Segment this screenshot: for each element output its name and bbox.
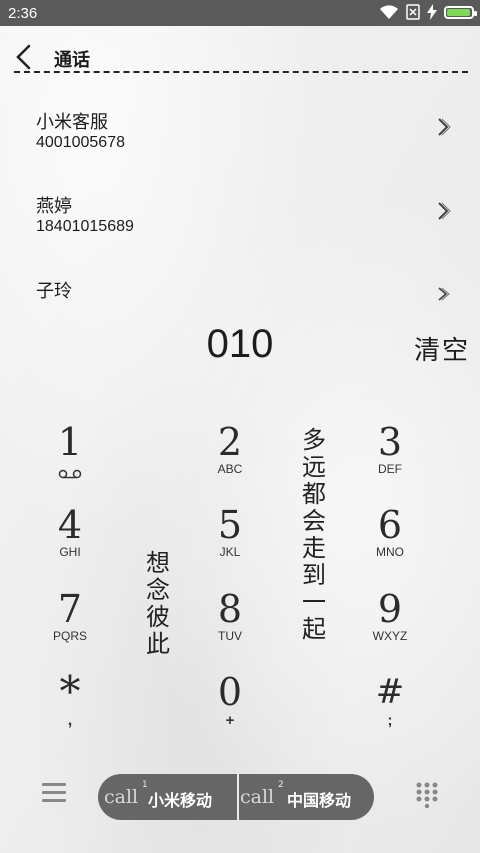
key-digit: 2 (217, 420, 243, 464)
contact-name: 燕婷 (36, 196, 72, 217)
key-letters: DEF (378, 462, 402, 476)
contact-name: 子玲 (36, 281, 72, 302)
sim-slot-number: 1 (142, 780, 148, 790)
key-letters: ; (387, 712, 393, 729)
battery-icon (444, 5, 477, 19)
key-letters: JKL (219, 545, 241, 559)
key-letters: TUV (218, 629, 242, 643)
key-digit: 6 (377, 503, 403, 547)
key-digit: 5 (217, 503, 243, 547)
header-divider (14, 71, 468, 73)
dialed-number: 010 (206, 322, 274, 366)
call-bar: call 1 小米移动 call 2 中国移动 (98, 774, 374, 820)
call-sim1-button[interactable]: call 1 小米移动 (98, 774, 236, 820)
key-digit: 1 (57, 420, 83, 464)
call-label: call (104, 786, 139, 808)
status-time: 2:36 (8, 4, 38, 22)
decor-text-left: 想念彼此 (146, 549, 170, 658)
voicemail-icon (58, 469, 82, 479)
key-3[interactable]: 3 DEF (350, 420, 430, 496)
battery-level (447, 8, 470, 16)
key-1[interactable]: 1 (30, 420, 110, 496)
decor-text-right: 多远都会走到一起 (302, 426, 326, 643)
operator-name: 小米移动 (148, 791, 213, 810)
contact-name: 小米客服 (36, 112, 108, 133)
call-label: call (240, 786, 275, 808)
key-0[interactable]: 0 + (190, 670, 270, 746)
contact-number: 18401015689 (36, 218, 134, 235)
key-digit: * (59, 667, 81, 716)
key-digit: 0 (217, 670, 243, 714)
key-letters: ABC (217, 462, 243, 476)
key-6[interactable]: 6 MNO (350, 503, 430, 579)
clear-button[interactable]: 清空 (414, 330, 470, 367)
key-letters: , (67, 712, 73, 729)
contact-row[interactable]: 子玲 (0, 277, 480, 307)
chevron-right-icon (438, 202, 451, 220)
key-star[interactable]: * , (30, 670, 110, 746)
key-digit: 9 (377, 587, 403, 631)
key-letters: MNO (376, 545, 404, 559)
key-letters: WXYZ (372, 629, 408, 643)
key-9[interactable]: 9 WXYZ (350, 587, 430, 663)
dialpad-icon[interactable] (416, 782, 438, 808)
contact-row[interactable]: 小米客服 4001005678 (0, 108, 480, 178)
key-letters: GHI (59, 545, 81, 559)
key-8[interactable]: 8 TUV (190, 587, 270, 663)
contact-number: 4001005678 (36, 134, 125, 151)
operator-name: 中国移动 (287, 791, 352, 810)
key-digit: 7 (57, 587, 83, 631)
call-sim2-button[interactable]: call 2 中国移动 (239, 774, 377, 820)
status-bar: 2:36 (0, 0, 480, 26)
key-digit: 8 (217, 587, 243, 631)
status-icons (379, 4, 477, 20)
chevron-right-icon (438, 287, 450, 301)
header: 通话 (0, 26, 480, 74)
key-2[interactable]: 2 ABC (190, 420, 270, 496)
key-7[interactable]: 7 PQRS (30, 587, 110, 663)
chevron-right-icon (438, 118, 451, 136)
key-letters: + (225, 712, 235, 729)
contact-row[interactable]: 燕婷 18401015689 (0, 192, 480, 262)
key-5[interactable]: 5 JKL (190, 503, 270, 579)
sim-slot-number: 2 (278, 780, 284, 790)
no-sim-icon (406, 4, 420, 20)
page-title: 通话 (54, 50, 90, 71)
key-digit: # (375, 672, 405, 712)
key-hash[interactable]: # ; (350, 670, 430, 746)
chevron-left-icon[interactable] (14, 44, 32, 70)
key-letters: PQRS (52, 629, 87, 643)
hamburger-menu-icon[interactable] (42, 783, 66, 805)
wifi-icon (380, 5, 398, 19)
key-4[interactable]: 4 GHI (30, 503, 110, 579)
charging-icon (427, 4, 437, 20)
key-digit: 3 (377, 420, 403, 464)
key-digit: 4 (57, 503, 83, 547)
